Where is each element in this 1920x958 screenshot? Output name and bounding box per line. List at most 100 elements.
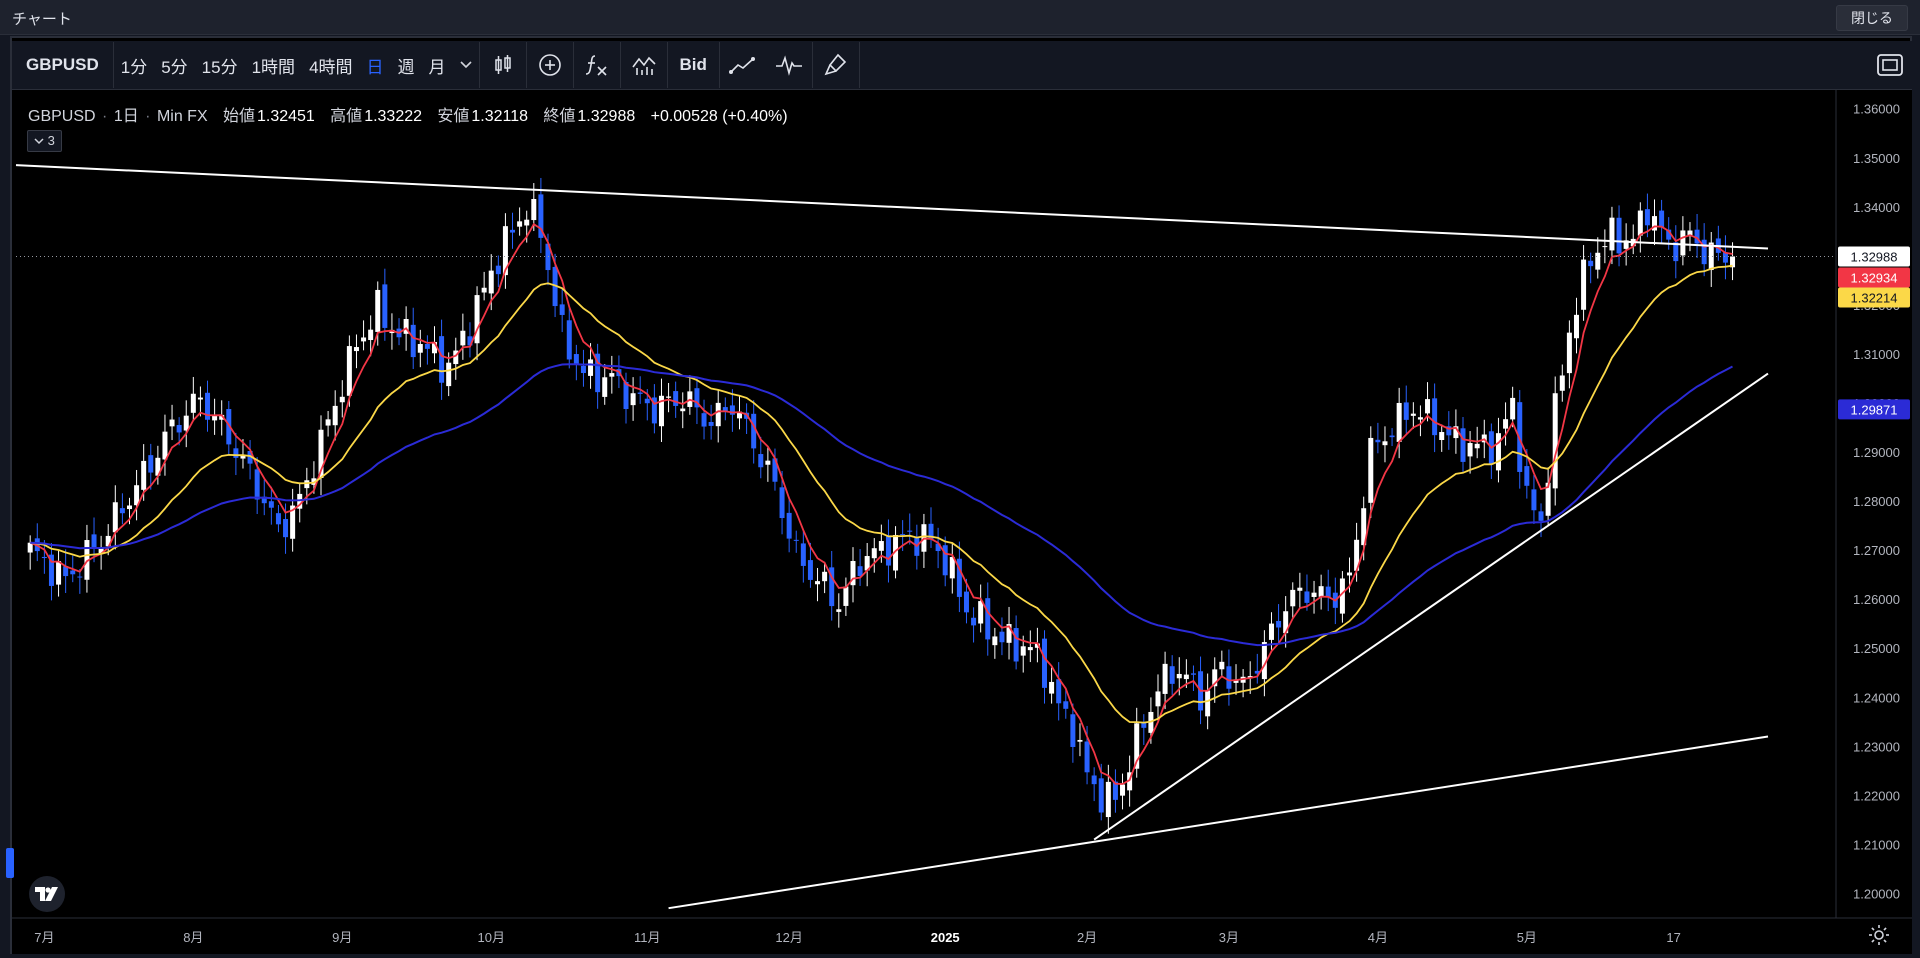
y-tick-label: 1.21000 — [1853, 837, 1900, 852]
candle-body — [517, 221, 523, 227]
candle-body — [524, 219, 530, 226]
candle-body — [148, 455, 154, 473]
candle-body — [751, 413, 757, 449]
y-tick-label: 1.35000 — [1853, 151, 1900, 166]
candle-body — [1566, 332, 1572, 374]
left-panel-handle[interactable] — [6, 848, 14, 878]
candle-body — [1474, 443, 1480, 449]
y-tick-label: 1.24000 — [1853, 690, 1900, 705]
candle-body — [666, 396, 672, 398]
candle-body — [1595, 252, 1601, 270]
candle-body — [1396, 402, 1402, 442]
candle-body — [885, 535, 891, 566]
candle-body — [1091, 775, 1097, 785]
candle-body — [1637, 210, 1643, 236]
price-label-text-ma-slow: 1.29871 — [1851, 402, 1898, 417]
candle-body — [1581, 259, 1587, 310]
candle-body — [1588, 260, 1594, 267]
candle-body — [439, 336, 445, 383]
trend-line — [1093, 372, 1769, 841]
candle-body — [70, 570, 76, 575]
candle-body — [637, 392, 643, 394]
candle-body — [871, 548, 877, 559]
tradingview-logo-icon — [35, 887, 58, 901]
candle-body — [361, 337, 367, 342]
candle-body — [1403, 402, 1409, 420]
x-tick-label: 2月 — [1077, 930, 1097, 945]
y-tick-label: 1.20000 — [1853, 886, 1900, 901]
candle-body — [460, 330, 466, 346]
candle-body — [878, 541, 884, 551]
x-tick-label: 2025 — [931, 930, 960, 945]
candle-body — [77, 576, 83, 578]
gear-icon[interactable] — [1868, 924, 1890, 946]
candle-body — [1105, 781, 1111, 818]
candle-body — [119, 508, 125, 514]
candle-body — [1524, 466, 1530, 486]
candle-body — [1616, 217, 1622, 254]
candle-body — [623, 381, 629, 410]
y-tick-label: 1.22000 — [1853, 788, 1900, 803]
candle-body — [212, 415, 218, 421]
candle-body — [1183, 674, 1189, 680]
candle-body — [1573, 314, 1579, 339]
x-tick-label: 12月 — [775, 930, 802, 945]
candle-body — [609, 373, 615, 377]
candle-body — [1120, 784, 1126, 796]
price-chart[interactable]: 1.360001.350001.340001.330001.320001.310… — [0, 0, 1920, 958]
candle-body — [162, 431, 168, 460]
candle-body — [1368, 437, 1374, 503]
candle-body — [141, 460, 147, 490]
candle-body — [559, 304, 565, 315]
candle-body — [1460, 428, 1466, 462]
candle-body — [1410, 413, 1416, 416]
candle-body — [1070, 714, 1076, 747]
candle-body — [971, 617, 977, 626]
candle-body — [708, 421, 714, 426]
candle-body — [1318, 586, 1324, 597]
time-axis — [12, 918, 1912, 954]
candle-body — [1609, 217, 1615, 251]
candle-body — [368, 329, 374, 341]
candle-body — [815, 581, 821, 585]
y-tick-label: 1.27000 — [1853, 543, 1900, 558]
y-tick-label: 1.31000 — [1853, 347, 1900, 362]
moving-average-line — [30, 264, 1733, 724]
candle-body — [325, 419, 331, 426]
candle-body — [283, 519, 289, 538]
candle-body — [907, 530, 913, 532]
candle-body — [963, 591, 969, 613]
candle-body — [644, 398, 650, 404]
trend-line — [668, 735, 1769, 910]
candle-body — [1325, 586, 1331, 598]
candle-body — [1602, 246, 1608, 248]
candle-body — [1495, 433, 1501, 471]
candle-body — [992, 636, 998, 646]
candle-body — [268, 501, 274, 508]
candle-body — [573, 354, 579, 364]
candle-body — [580, 365, 586, 374]
candle-body — [1432, 398, 1438, 436]
candle-body — [793, 539, 799, 541]
candle-body — [1297, 587, 1303, 591]
candle-body — [1219, 661, 1225, 670]
candle-body — [1304, 591, 1310, 603]
candle-body — [275, 513, 281, 525]
candle-body — [786, 512, 792, 539]
tradingview-logo[interactable] — [29, 876, 65, 912]
candle-body — [190, 393, 196, 413]
candle-body — [488, 270, 494, 294]
x-tick-label: 4月 — [1368, 930, 1388, 945]
candle-body — [1042, 638, 1048, 688]
price-label-text-ma-fast: 1.32934 — [1851, 270, 1898, 285]
x-tick-label: 7月 — [34, 930, 54, 945]
candle-body — [1347, 572, 1353, 576]
candle-body — [531, 199, 537, 221]
candle-body — [375, 289, 381, 332]
candle-body — [254, 469, 260, 500]
candle-body — [424, 343, 430, 349]
y-tick-label: 1.25000 — [1853, 641, 1900, 656]
candle-body — [233, 448, 239, 458]
candle-body — [1382, 441, 1388, 446]
candle-body — [836, 609, 842, 612]
